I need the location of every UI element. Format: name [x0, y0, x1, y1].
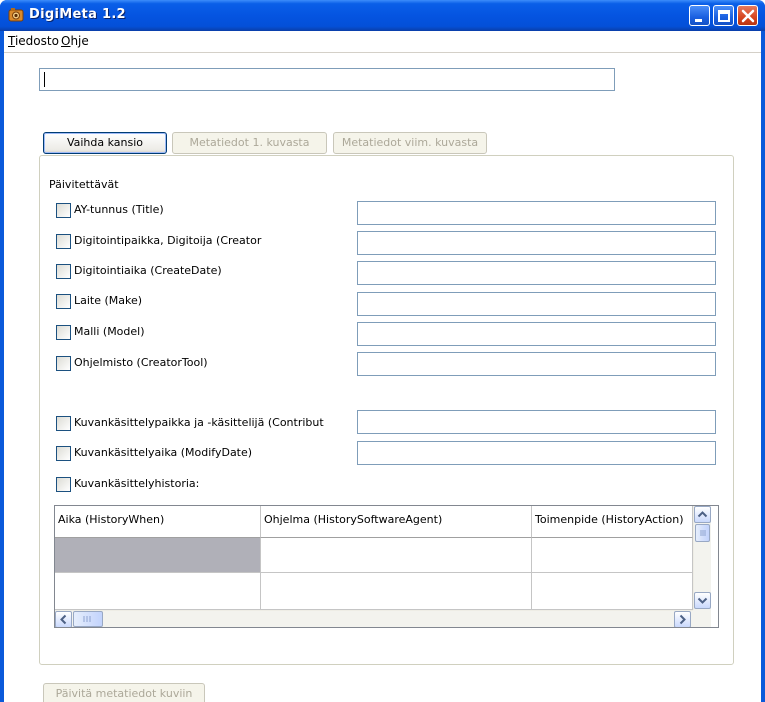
update-metadata-button[interactable]: Päivitä metatiedot kuviin — [43, 683, 205, 702]
horizontal-scroll-thumb[interactable] — [73, 611, 103, 627]
modifydate-label: Kuvankäsittelyaika (ModifyDate) — [74, 446, 253, 459]
table-cell[interactable] — [55, 573, 261, 610]
creator-label: Digitointipaikka, Digitoija (Creator — [74, 234, 262, 247]
text-caret — [44, 72, 45, 87]
minimize-icon — [695, 19, 702, 22]
app-icon — [8, 7, 24, 23]
table-cell[interactable] — [532, 573, 693, 610]
first-image-metadata-button[interactable]: Metatiedot 1. kuvasta — [172, 132, 327, 154]
maximize-icon — [718, 10, 730, 22]
creator-field[interactable] — [357, 231, 716, 255]
createdate-checkbox[interactable] — [56, 264, 71, 279]
menu-ohje[interactable]: Ohje — [61, 34, 89, 48]
creatortool-label: Ohjelmisto (CreatorTool) — [74, 356, 208, 369]
maximize-button[interactable] — [713, 5, 734, 26]
menu-tiedosto[interactable]: Tiedosto — [8, 34, 59, 48]
window-title: DigiMeta 1.2 — [29, 7, 126, 22]
close-icon — [741, 9, 755, 23]
title-checkbox[interactable] — [56, 203, 71, 218]
column-header-action[interactable]: Toimenpide (HistoryAction) — [532, 506, 693, 538]
arrow-right-icon — [679, 614, 686, 625]
createdate-field[interactable] — [357, 261, 716, 285]
column-header-when[interactable]: Aika (HistoryWhen) — [55, 506, 261, 538]
scroll-down-button[interactable] — [694, 592, 711, 609]
panel-label: Päivitettävät — [49, 178, 119, 191]
vertical-scroll-thumb[interactable] — [695, 524, 710, 542]
menu-bar: Tiedosto Ohje — [4, 31, 761, 52]
scroll-left-button[interactable] — [55, 611, 72, 627]
model-field[interactable] — [357, 322, 716, 346]
column-header-agent[interactable]: Ohjelma (HistorySoftwareAgent) — [261, 506, 532, 538]
model-label: Malli (Model) — [74, 325, 145, 338]
make-checkbox[interactable] — [56, 294, 71, 309]
table-cell[interactable] — [532, 538, 693, 573]
title-field[interactable] — [357, 201, 716, 225]
history-label: Kuvankäsittelyhistoria: — [74, 477, 200, 490]
creatortool-checkbox[interactable] — [56, 356, 71, 371]
table-cell[interactable] — [55, 538, 261, 573]
last-image-metadata-button[interactable]: Metatiedot viim. kuvasta — [333, 132, 487, 154]
creatortool-field[interactable] — [357, 352, 716, 376]
horizontal-scrollbar[interactable] — [55, 610, 711, 627]
scroll-right-button[interactable] — [674, 611, 691, 627]
table-cell[interactable] — [261, 538, 532, 573]
make-label: Laite (Make) — [74, 294, 143, 307]
modifydate-checkbox[interactable] — [56, 446, 71, 461]
title-label: AY-tunnus (Title) — [74, 203, 164, 216]
table-cell[interactable] — [261, 573, 532, 610]
history-table[interactable]: Aika (HistoryWhen) Ohjelma (HistorySoftw… — [54, 505, 719, 628]
title-bar[interactable]: DigiMeta 1.2 — [0, 0, 765, 31]
menu-separator — [4, 52, 761, 53]
contributor-label: Kuvankäsittelypaikka ja -käsittelijä (Co… — [74, 416, 324, 429]
createdate-label: Digitointiaika (CreateDate) — [74, 264, 222, 277]
folder-path-input[interactable] — [39, 68, 615, 91]
scroll-up-button[interactable] — [694, 506, 711, 523]
model-checkbox[interactable] — [56, 325, 71, 340]
close-button[interactable] — [737, 5, 758, 26]
contributor-checkbox[interactable] — [56, 416, 71, 431]
scrollbar-corner — [693, 610, 711, 627]
make-field[interactable] — [357, 292, 716, 316]
contributor-field[interactable] — [357, 410, 716, 434]
minimize-button[interactable] — [689, 5, 710, 26]
arrow-up-icon — [697, 511, 708, 518]
history-checkbox[interactable] — [56, 477, 71, 492]
arrow-down-icon — [697, 597, 708, 604]
creator-checkbox[interactable] — [56, 234, 71, 249]
change-folder-button[interactable]: Vaihda kansio — [43, 132, 167, 154]
modifydate-field[interactable] — [357, 441, 716, 465]
arrow-left-icon — [60, 614, 67, 625]
vertical-scrollbar[interactable] — [693, 506, 711, 610]
